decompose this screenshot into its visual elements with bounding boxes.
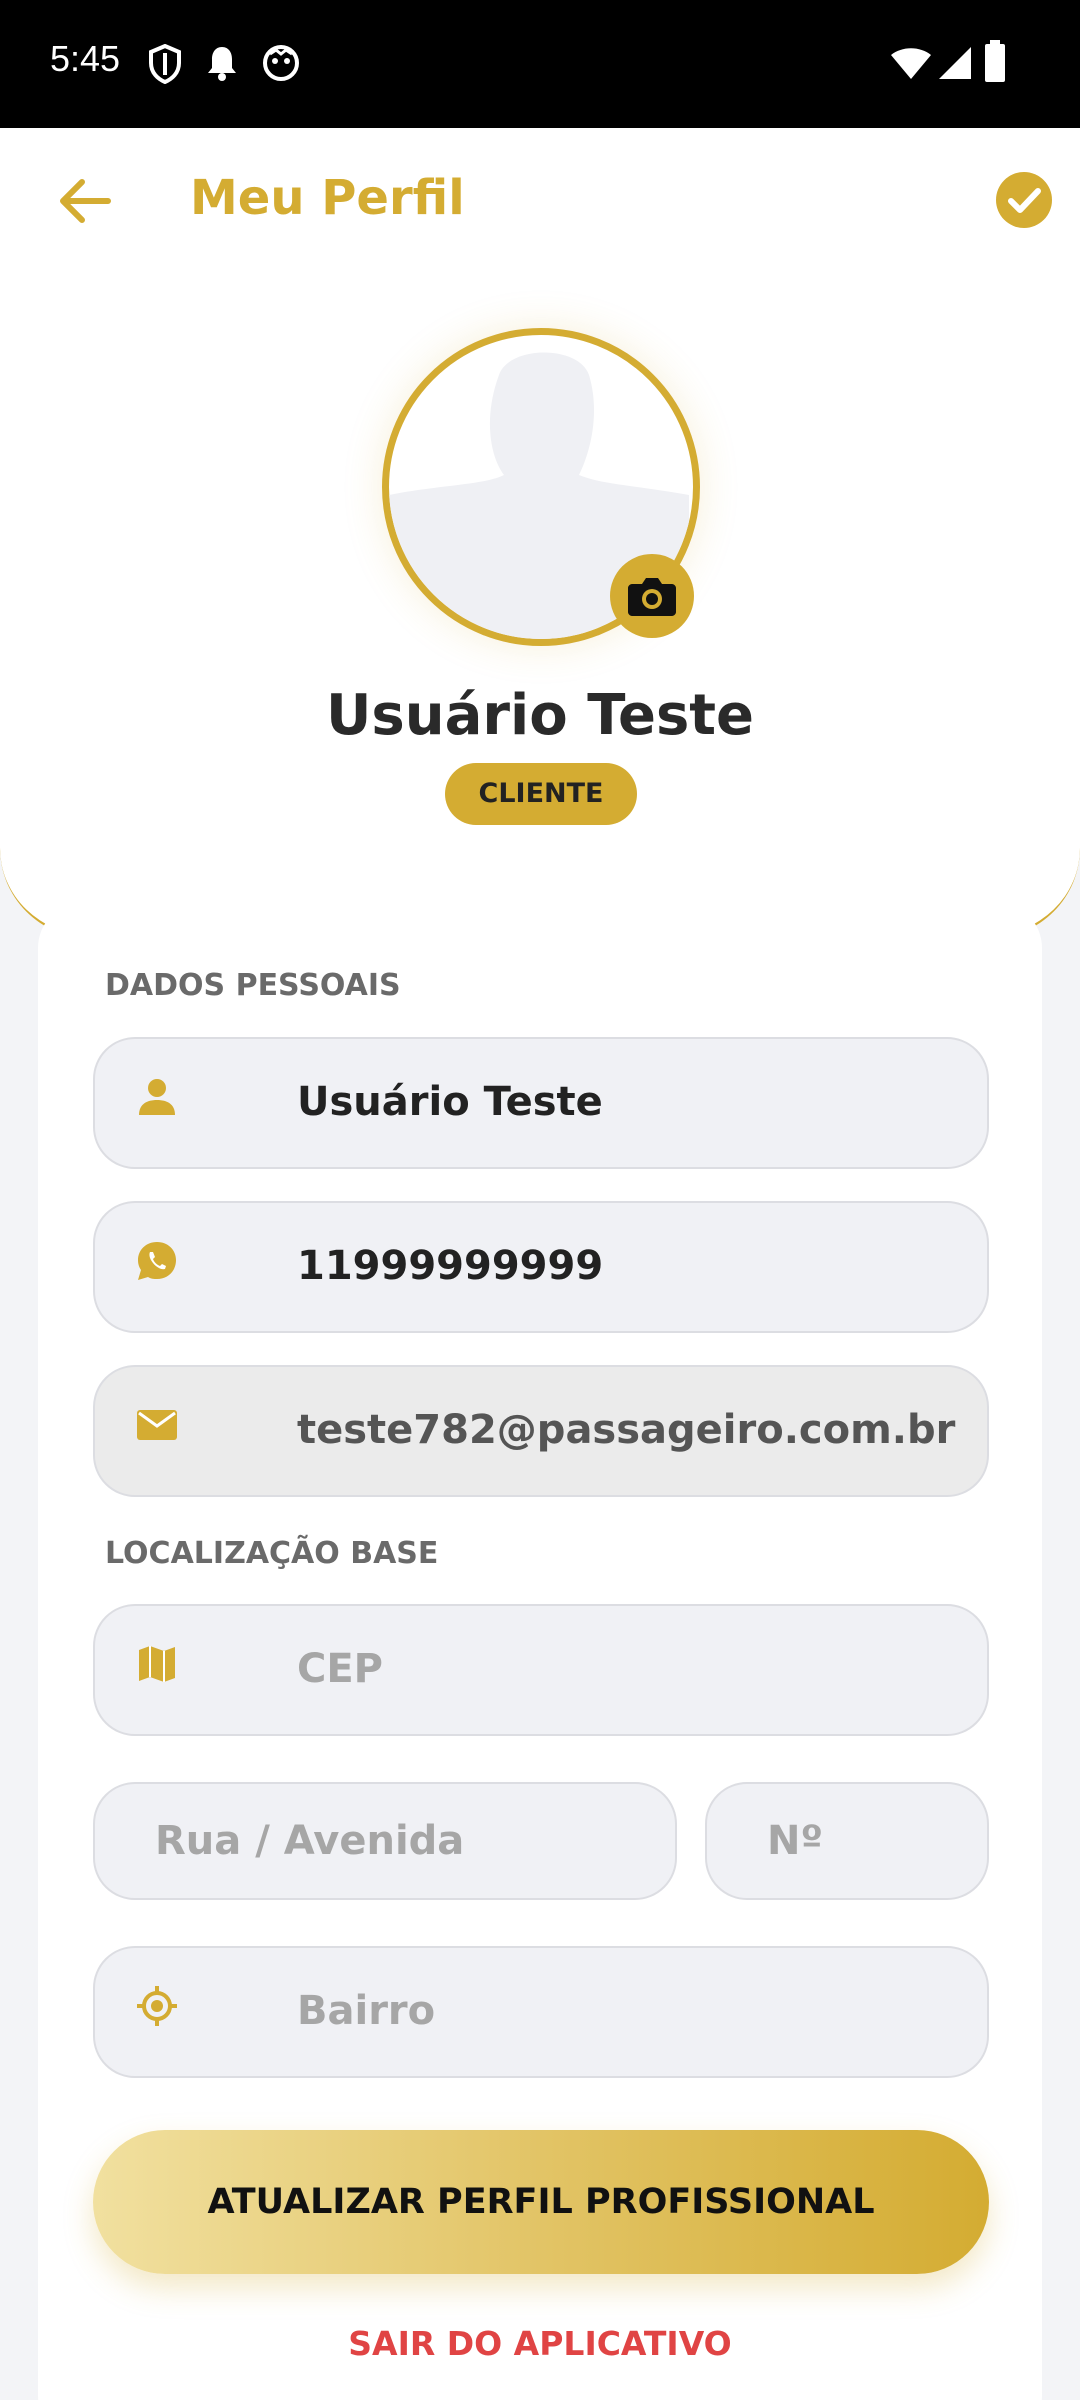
phone-field-value: 11999999999 (297, 1243, 604, 1289)
logout-link[interactable]: SAIR DO APLICATIVO (0, 2324, 1080, 2363)
person-icon (139, 1079, 175, 1115)
phone-field[interactable]: 11999999999 (93, 1201, 989, 1333)
checkmark-icon (1008, 188, 1041, 213)
street-input[interactable]: Rua / Avenida (93, 1782, 677, 1900)
location-target-icon (137, 1986, 177, 2026)
change-photo-button[interactable] (610, 554, 694, 638)
confirm-button[interactable] (996, 172, 1052, 228)
district-placeholder: Bairro (297, 1988, 436, 2034)
status-bar: 5:45 (0, 0, 1080, 128)
battery-icon (984, 40, 1006, 86)
app-header: Meu Perfil (0, 128, 1080, 278)
cep-placeholder: CEP (297, 1646, 383, 1692)
name-field[interactable]: Usuário Teste (93, 1037, 989, 1169)
cep-input[interactable]: CEP (93, 1604, 989, 1736)
email-field-value: teste782@passageiro.com.br (297, 1407, 956, 1453)
email-icon (137, 1410, 177, 1440)
app-notification-icon (262, 44, 300, 86)
name-field-value: Usuário Teste (297, 1079, 603, 1125)
profile-name: Usuário Teste (325, 683, 755, 748)
email-field[interactable]: teste782@passageiro.com.br (93, 1365, 989, 1497)
map-icon (139, 1646, 175, 1682)
cellular-signal-icon (938, 46, 972, 84)
camera-icon (628, 578, 676, 616)
update-profile-button[interactable]: ATUALIZAR PERFIL PROFISSIONAL (93, 2130, 989, 2274)
role-badge: CLIENTE (445, 763, 637, 825)
wifi-icon (890, 46, 932, 84)
page-title: Meu Perfil (190, 170, 465, 226)
number-input[interactable]: Nº (705, 1782, 989, 1900)
notification-bell-icon (206, 44, 238, 86)
shield-icon (148, 43, 182, 88)
street-placeholder: Rua / Avenida (155, 1818, 465, 1864)
section-label-location: LOCALIZAÇÃO BASE (105, 1536, 439, 1571)
arrow-left-icon (60, 179, 111, 223)
district-input[interactable]: Bairro (93, 1946, 989, 2078)
section-label-personal: DADOS PESSOAIS (105, 968, 401, 1003)
whatsapp-icon (138, 1242, 176, 1280)
back-button[interactable] (52, 168, 118, 234)
number-placeholder: Nº (767, 1818, 824, 1864)
status-time: 5:45 (50, 38, 121, 79)
profile-header: Usuário Teste CLIENTE (0, 278, 1080, 938)
avatar-container (382, 328, 700, 646)
